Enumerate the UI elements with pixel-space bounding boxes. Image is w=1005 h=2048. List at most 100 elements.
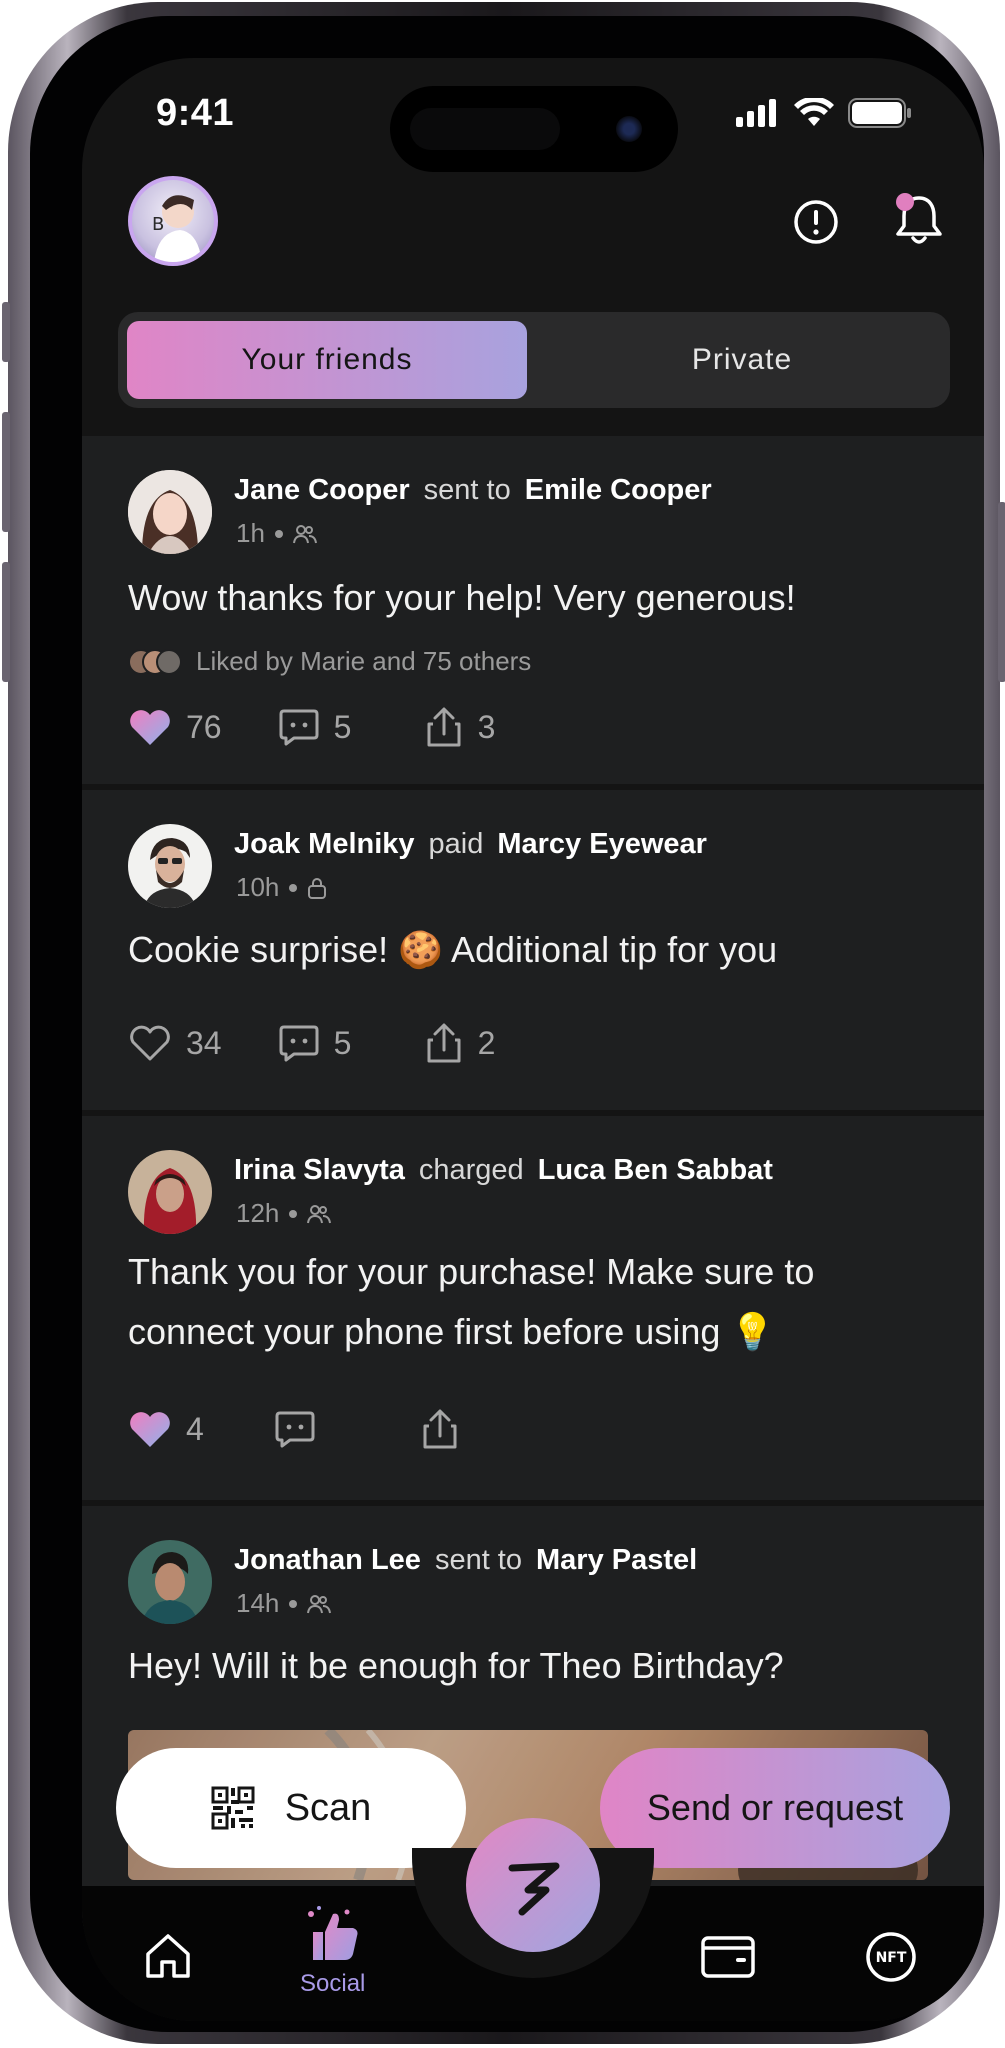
notification-bell-icon[interactable]	[890, 188, 948, 248]
post-message: Thank you for your purchase! Make sure t…	[128, 1242, 814, 1362]
tab-home[interactable]	[142, 1930, 194, 1982]
post-time: 1h	[236, 518, 265, 548]
post-title: Jane Cooper sent to Emile Cooper	[234, 474, 712, 507]
recipient-name[interactable]: Mary Pastel	[536, 1544, 697, 1576]
liked-by[interactable]: Liked by Marie and 75 others	[128, 646, 531, 677]
message-line: Thank you for your purchase! Make sure t…	[128, 1251, 815, 1292]
feed-post[interactable]: Jane Cooper sent to Emile Cooper 1h Wow th…	[82, 436, 984, 790]
liked-by-text: Liked by Marie and 75 others	[196, 646, 532, 676]
comment-button[interactable]: 5	[278, 1023, 368, 1063]
recipient-name[interactable]: Luca Ben Sabbat	[538, 1154, 773, 1186]
tab-your-friends[interactable]: Your friends	[127, 321, 527, 399]
post-title: Irina Slavyta charged Luca Ben Sabbat	[234, 1154, 773, 1187]
sender-name[interactable]: Jane Cooper	[234, 474, 410, 506]
friends-visibility-icon	[307, 1204, 332, 1223]
post-actions: 4	[128, 1408, 566, 1450]
volume-down-button	[2, 562, 10, 682]
transaction-verb: charged	[418, 1154, 524, 1186]
app-logo-icon	[508, 1862, 560, 1916]
tab-nft[interactable]: NFT	[864, 1930, 918, 1984]
nft-icon: NFT	[866, 1932, 916, 1982]
feed-post[interactable]: Joak Melniky paid Marcy Eyewear 10h Cookie…	[82, 790, 984, 1116]
post-actions: 76 5 3	[128, 706, 570, 748]
wifi-icon	[794, 98, 834, 126]
tab-wallet[interactable]	[700, 1930, 756, 1982]
bezel: 9:41 B Your friends Private Jane Cooper …	[30, 16, 984, 2032]
dynamic-island	[390, 86, 678, 172]
transaction-verb: paid	[428, 828, 484, 860]
avatar[interactable]	[128, 1540, 212, 1624]
post-title: Joak Melniky paid Marcy Eyewear	[234, 828, 707, 861]
share-icon	[427, 707, 461, 747]
avatar[interactable]	[128, 1150, 212, 1234]
heart-filled-icon	[130, 1412, 170, 1447]
tab-social-label: Social	[300, 1970, 366, 1997]
pay-fab-button[interactable]	[466, 1818, 600, 1952]
post-meta: 10h	[236, 872, 327, 903]
like-button[interactable]: 76	[128, 707, 222, 747]
sender-name[interactable]: Joak Melniky	[234, 828, 415, 860]
comment-icon	[279, 1025, 319, 1062]
activity-feed: Jane Cooper sent to Emile Cooper 1h Wow th…	[82, 436, 984, 1926]
share-count: 3	[477, 708, 496, 745]
like-button[interactable]: 4	[128, 1409, 218, 1449]
share-button[interactable]: 3	[424, 706, 514, 748]
comment-icon	[279, 709, 319, 746]
status-time: 9:41	[156, 92, 235, 134]
profile-avatar[interactable]: B	[128, 176, 218, 266]
post-message: Cookie surprise! 🍪 Additional tip for yo…	[128, 920, 777, 980]
post-time: 12h	[236, 1198, 280, 1228]
power-button	[998, 502, 1005, 682]
comment-count: 5	[333, 708, 352, 745]
post-message: Hey! Will it be enough for Theo Birthday…	[128, 1645, 784, 1686]
feed-post[interactable]: Irina Slavyta charged Luca Ben Sabbat 12h …	[82, 1116, 984, 1506]
like-count: 34	[186, 1024, 222, 1061]
status-icons	[736, 98, 912, 128]
friends-visibility-icon	[307, 1594, 332, 1613]
post-title: Jonathan Lee sent to Mary Pastel	[234, 1544, 697, 1577]
cellular-signal-icon	[736, 99, 776, 127]
volume-up-button	[2, 412, 10, 532]
avatar[interactable]	[128, 470, 212, 554]
post-time: 14h	[236, 1588, 280, 1618]
transaction-verb: sent to	[423, 474, 511, 506]
tab-social[interactable]: Social	[300, 1904, 365, 1998]
post-meta: 1h	[236, 518, 317, 549]
friends-visibility-icon	[292, 524, 317, 543]
comment-icon	[275, 1411, 315, 1448]
share-button[interactable]: 2	[424, 1022, 514, 1064]
qr-code-icon	[211, 1786, 255, 1830]
sender-name[interactable]: Irina Slavyta	[234, 1154, 405, 1186]
post-meta: 12h	[236, 1198, 332, 1229]
message-text: Additional tip for you	[450, 929, 778, 970]
comment-button[interactable]: 5	[278, 707, 368, 747]
share-icon	[423, 1409, 457, 1449]
phone-frame: 9:41 B Your friends Private Jane Cooper …	[2, 2, 1005, 2044]
tab-private[interactable]: Private	[542, 321, 942, 399]
comment-button[interactable]	[274, 1409, 364, 1449]
like-button[interactable]: 34	[128, 1023, 222, 1063]
recipient-name[interactable]: Marcy Eyewear	[497, 828, 707, 860]
alert-icon[interactable]	[790, 196, 842, 248]
cookie-emoji: 🍪	[398, 929, 443, 970]
like-count: 76	[186, 708, 222, 745]
heart-filled-icon	[130, 710, 170, 745]
heart-outline-icon	[130, 1025, 170, 1061]
thumbs-up-social-icon	[307, 1906, 358, 1960]
lightbulb-emoji: 💡	[730, 1311, 776, 1352]
avatar[interactable]	[128, 824, 212, 908]
svg-text:B: B	[152, 214, 164, 235]
svg-text:NFT: NFT	[876, 1950, 907, 1966]
recipient-name[interactable]: Emile Cooper	[525, 474, 712, 506]
message-text: Cookie surprise!	[128, 929, 389, 970]
sender-name[interactable]: Jonathan Lee	[234, 1544, 421, 1576]
post-time: 10h	[236, 872, 280, 902]
action-button	[2, 302, 10, 362]
lock-icon	[308, 877, 327, 899]
post-message: Wow thanks for your help! Very generous!	[128, 577, 796, 618]
message-line: connect your phone first before using	[128, 1311, 721, 1352]
comment-count: 5	[333, 1024, 352, 1061]
share-button[interactable]	[420, 1408, 510, 1450]
wallet-card-icon	[701, 1936, 755, 1978]
screen: 9:41 B Your friends Private Jane Cooper …	[82, 58, 984, 2021]
